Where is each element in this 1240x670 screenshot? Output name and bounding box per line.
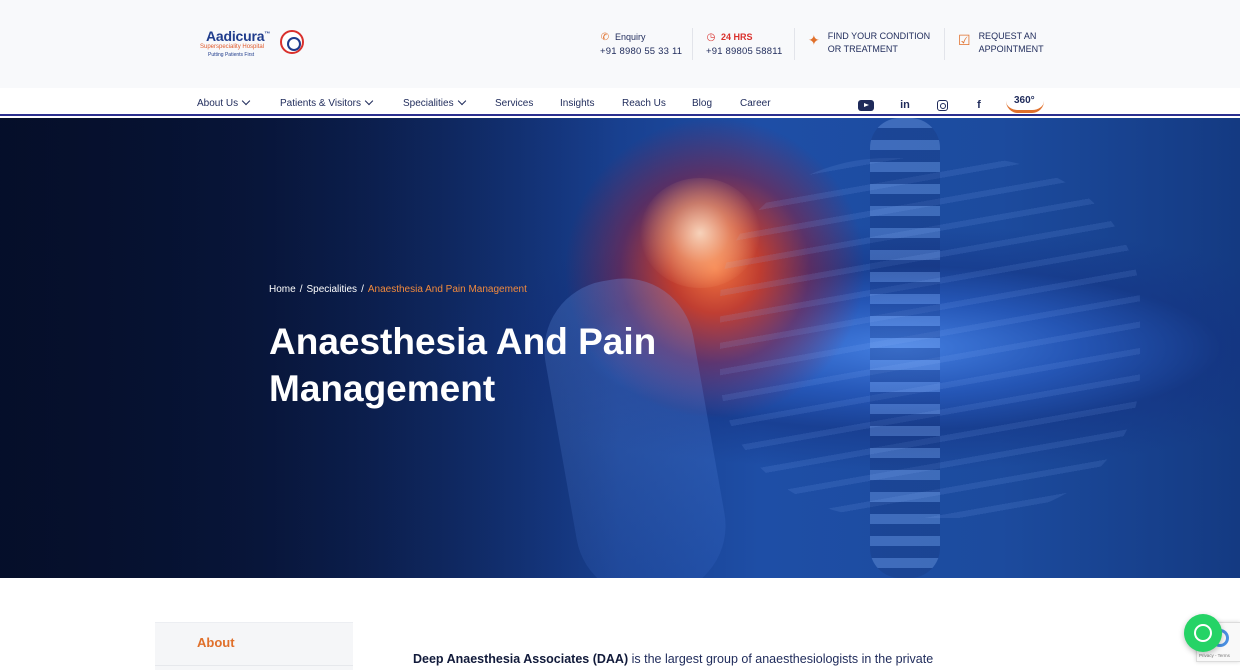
intro-paragraph: Deep Anaesthesia Associates (DAA) is the… xyxy=(413,652,934,666)
phone-icon: ✆ xyxy=(600,31,610,43)
logo-wordmark: Aadicura™ xyxy=(206,28,271,44)
chevron-down-icon xyxy=(457,96,466,106)
nav-services[interactable]: Services xyxy=(495,98,533,109)
nav-blog[interactable]: Blog xyxy=(692,98,712,109)
nav-reach-us[interactable]: Reach Us xyxy=(622,98,666,109)
main-nav: About Us Patients & Visitors Specialitie… xyxy=(0,88,1240,116)
emergency-contact[interactable]: ◷ 24 HRS +91 89805 58811 xyxy=(706,30,783,58)
find-condition-link[interactable]: ✦ FIND YOUR CONDITION OR TREATMENT xyxy=(808,30,930,56)
divider xyxy=(794,28,795,60)
emergency-number[interactable]: +91 89805 58811 xyxy=(706,46,783,57)
nav-about-us[interactable]: About Us xyxy=(197,96,251,109)
facebook-icon[interactable]: f xyxy=(971,98,987,112)
enquiry-contact[interactable]: ✆ Enquiry +91 8980 55 33 11 xyxy=(600,30,682,58)
page-title: Anaesthesia And Pain Management xyxy=(269,321,657,409)
nav-patients-visitors[interactable]: Patients & Visitors xyxy=(280,96,374,109)
section-sidebar: About xyxy=(155,622,353,670)
nav-specialities[interactable]: Specialities xyxy=(403,96,466,109)
breadcrumb-specialities[interactable]: Specialities xyxy=(306,284,357,295)
breadcrumb: Home / Specialities / Anaesthesia And Pain M… xyxy=(269,284,527,295)
find-condition-line1: FIND YOUR CONDITION xyxy=(827,31,931,41)
emergency-label: 24 HRS xyxy=(721,32,753,42)
logo-emblem-icon xyxy=(280,30,304,54)
chevron-down-icon xyxy=(364,96,374,106)
logo-subtitle: Superspeciality Hospital xyxy=(200,44,265,50)
logo-tagline: Putting Patients First xyxy=(208,52,255,58)
hero-image-shoulder xyxy=(640,178,760,288)
body-icon: ✦ xyxy=(808,32,820,48)
site-logo[interactable]: Aadicura™ Superspeciality Hospital Putti… xyxy=(200,26,308,62)
youtube-icon[interactable] xyxy=(858,98,874,112)
virtual-tour-360-icon[interactable]: 360° xyxy=(1006,95,1044,113)
divider xyxy=(944,28,945,60)
sidebar-item-about[interactable]: About xyxy=(197,635,235,650)
chevron-down-icon xyxy=(241,96,251,106)
nav-career[interactable]: Career xyxy=(740,98,771,109)
breadcrumb-home[interactable]: Home xyxy=(269,284,296,295)
divider xyxy=(155,665,353,666)
linkedin-icon[interactable]: in xyxy=(897,98,913,112)
enquiry-label: Enquiry xyxy=(615,32,646,42)
clock-icon: ◷ xyxy=(706,31,716,43)
calendar-check-icon: ☑ xyxy=(958,32,971,48)
nav-insights[interactable]: Insights xyxy=(560,98,594,109)
appointment-line1: REQUEST AN xyxy=(978,31,1037,41)
header-top-bar: Aadicura™ Superspeciality Hospital Putti… xyxy=(0,0,1240,88)
whatsapp-chat-icon[interactable] xyxy=(1184,614,1222,652)
hero-image-spine xyxy=(870,118,940,578)
request-appointment-link[interactable]: ☑ REQUEST AN APPOINTMENT xyxy=(958,30,1044,56)
enquiry-number[interactable]: +91 8980 55 33 11 xyxy=(600,46,682,57)
breadcrumb-current: Anaesthesia And Pain Management xyxy=(367,284,527,295)
divider xyxy=(692,28,693,60)
find-condition-line2: OR TREATMENT xyxy=(827,44,898,54)
appointment-line2: APPOINTMENT xyxy=(978,44,1044,54)
instagram-icon[interactable] xyxy=(934,98,950,112)
